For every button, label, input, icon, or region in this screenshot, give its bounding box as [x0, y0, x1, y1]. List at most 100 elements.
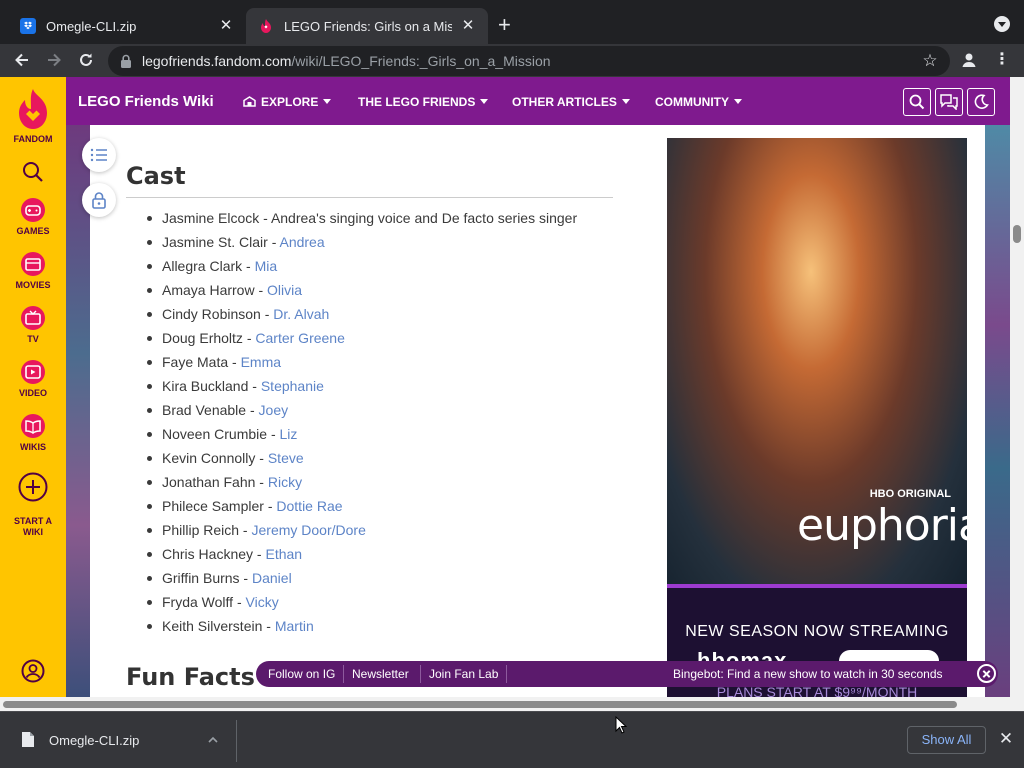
cast-separator: -	[255, 450, 268, 466]
nav-the-lego-friends[interactable]: THE LEGO FRIENDS	[358, 95, 489, 109]
horizontal-scrollbar[interactable]	[0, 697, 1024, 711]
vertical-scrollbar[interactable]	[1010, 77, 1024, 697]
cast-separator: -	[255, 474, 268, 490]
rail-item-wikis[interactable]: WIKIS	[0, 413, 66, 452]
cast-item: Griffin Burns - Daniel	[126, 566, 626, 590]
follow-on-ig-link[interactable]: Follow on IG	[268, 667, 335, 681]
back-icon[interactable]	[12, 50, 32, 70]
cast-actor: Doug Erholtz	[162, 330, 243, 346]
cast-actor: Allegra Clark	[162, 258, 243, 274]
cast-role-link[interactable]: Ricky	[268, 474, 302, 490]
cast-role: Andrea's singing voice and De facto seri…	[270, 210, 578, 226]
nav-other-articles[interactable]: OTHER ARTICLES	[512, 95, 630, 109]
download-item[interactable]: Omegle-CLI.zip	[0, 712, 236, 768]
theme-toggle-button[interactable]	[967, 88, 995, 116]
chevron-down-icon	[480, 99, 489, 104]
cast-role-link[interactable]: Dr. Alvah	[273, 306, 329, 322]
search-icon	[909, 94, 925, 110]
rail-label: WIKIS	[20, 442, 46, 452]
cast-role-link[interactable]: Joey	[259, 402, 289, 418]
nav-community[interactable]: COMMUNITY	[655, 95, 742, 109]
rail-item-tv[interactable]: TV	[0, 305, 66, 344]
rail-item-start-a-wiki[interactable]: START A WIKI	[0, 461, 66, 538]
rail-label: VIDEO	[18, 388, 47, 398]
forward-icon[interactable]	[44, 50, 64, 70]
cast-item: Jasmine St. Clair - Andrea	[126, 230, 626, 254]
close-icon[interactable]	[977, 664, 996, 683]
rail-search[interactable]	[0, 161, 66, 186]
new-tab-button[interactable]: +	[498, 14, 511, 36]
scrollbar-thumb[interactable]	[3, 701, 957, 708]
table-of-contents-button[interactable]	[82, 138, 116, 172]
cast-item: Fryda Wolff - Vicky	[126, 590, 626, 614]
wiki-search-button[interactable]	[903, 88, 931, 116]
cast-role-link[interactable]: Steve	[268, 450, 304, 466]
wiki-title-link[interactable]: LEGO Friends Wiki	[78, 93, 214, 110]
chevron-down-icon	[734, 99, 742, 104]
nav-explore[interactable]: EXPLORE	[243, 95, 332, 109]
explore-icon	[243, 96, 256, 107]
tv-icon	[21, 306, 45, 330]
show-all-button[interactable]: Show All	[907, 726, 986, 754]
browser-tab-strip: Omegle-CLI.zip ✕ LEGO Friends: Girls on …	[0, 0, 1024, 44]
cast-role-link[interactable]: Carter Greene	[255, 330, 344, 346]
section-divider	[126, 197, 613, 198]
lock-icon	[121, 54, 131, 68]
cast-role-link[interactable]: Mia	[255, 258, 278, 274]
cast-role-link[interactable]: Ethan	[265, 546, 302, 562]
rail-item-movies[interactable]: MOVIES	[0, 251, 66, 290]
cast-role-link[interactable]: Andrea	[279, 234, 324, 250]
play-video-icon	[21, 360, 45, 384]
fandom-flame-icon	[19, 89, 47, 129]
tab-lego-friends[interactable]: LEGO Friends: Girls on a Missio ✕	[246, 8, 488, 44]
cast-actor: Chris Hackney	[162, 546, 254, 562]
tab-omegle-cli[interactable]: Omegle-CLI.zip ✕	[8, 8, 246, 44]
tab-search-icon[interactable]	[994, 16, 1010, 32]
newsletter-link[interactable]: Newsletter	[352, 667, 409, 681]
address-bar[interactable]: legofriends.fandom.com/wiki/LEGO_Friends…	[108, 46, 950, 76]
scrollbar-thumb[interactable]	[1013, 225, 1021, 243]
cast-role-link[interactable]: Vicky	[246, 594, 279, 610]
rail-user-account[interactable]	[0, 659, 66, 686]
cast-separator: -	[242, 258, 255, 274]
section-heading-cast: Cast	[126, 162, 186, 190]
cast-role-link[interactable]: Dottie Rae	[276, 498, 342, 514]
browser-menu-icon[interactable]: ⋮	[994, 50, 1010, 70]
page-protection-button[interactable]	[82, 183, 116, 217]
cast-item: Allegra Clark - Mia	[126, 254, 626, 278]
cast-role-link[interactable]: Daniel	[252, 570, 292, 586]
profile-icon[interactable]	[959, 50, 979, 70]
cast-role-link[interactable]: Jeremy Door/Dore	[252, 522, 366, 538]
discussions-button[interactable]	[935, 88, 963, 116]
cast-separator: -	[233, 594, 246, 610]
join-fan-lab-link[interactable]: Join Fan Lab	[429, 667, 498, 681]
close-tab-icon[interactable]: ✕	[218, 18, 234, 34]
cast-separator: -	[242, 330, 256, 346]
cast-item: Jasmine Elcock - Andrea's singing voice …	[126, 206, 626, 230]
cast-role-link[interactable]: Olivia	[267, 282, 302, 298]
cast-item: Phillip Reich - Jeremy Door/Dore	[126, 518, 626, 542]
cast-role-link[interactable]: Emma	[241, 354, 281, 370]
close-tab-icon[interactable]: ✕	[460, 18, 476, 34]
cast-role-link[interactable]: Liz	[280, 426, 298, 442]
cast-item: Kira Buckland - Stephanie	[126, 374, 626, 398]
close-icon[interactable]: ✕	[997, 730, 1015, 748]
cast-role-link[interactable]: Martin	[275, 618, 314, 634]
rail-item-games[interactable]: GAMES	[0, 197, 66, 236]
cast-separator: -	[262, 618, 275, 634]
download-shelf: Omegle-CLI.zip Show All ✕	[0, 711, 1024, 768]
fandom-logo[interactable]: FANDOM	[0, 87, 66, 144]
chevron-up-icon[interactable]	[207, 734, 219, 746]
cast-item: Keith Silverstein - Martin	[126, 614, 626, 638]
file-icon	[22, 732, 34, 747]
cast-separator: -	[239, 570, 252, 586]
bingebot-link[interactable]: Bingebot: Find a new show to watch in 30…	[673, 667, 943, 681]
page-viewport: FANDOM GAMES MOVIES TV VIDEO WIKIS START…	[0, 77, 1024, 711]
reload-icon[interactable]	[76, 50, 96, 70]
advertisement[interactable]: HBO ORIGINAL euphoria NEW SEASON NOW STR…	[667, 138, 967, 697]
bookmark-star-icon[interactable]: ☆	[920, 51, 940, 71]
cast-role-link[interactable]: Stephanie	[261, 378, 324, 394]
cast-actor: Noveen Crumbie	[162, 426, 268, 442]
rail-item-video[interactable]: VIDEO	[0, 359, 66, 398]
cast-separator: -	[239, 522, 252, 538]
